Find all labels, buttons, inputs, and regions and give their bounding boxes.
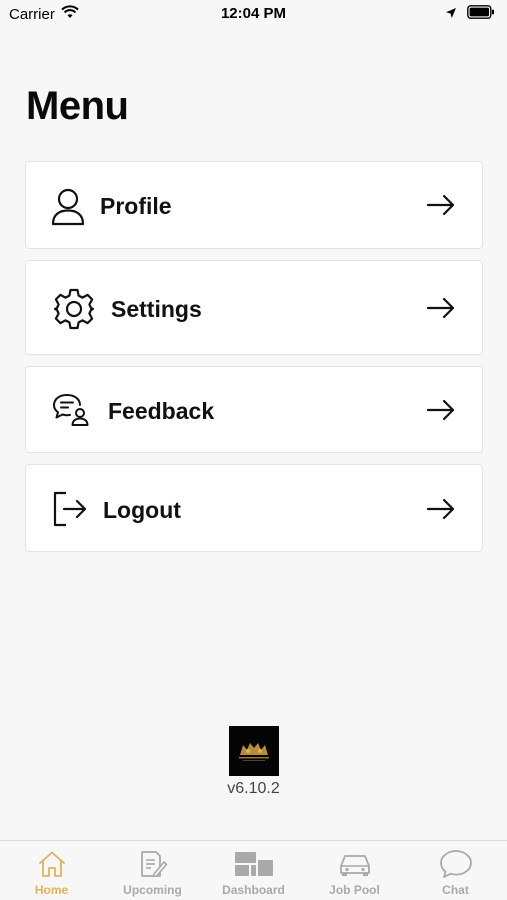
menu-item-label: Profile: [100, 193, 172, 219]
clock: 12:04 PM: [220, 5, 287, 22]
tab-label: Home: [34, 883, 69, 897]
gear-icon: [52, 287, 96, 331]
tab-label: Upcoming: [123, 883, 182, 897]
tab-label: Chat: [442, 883, 469, 897]
arrow-right-icon: [426, 194, 456, 216]
menu-item-label: Settings: [111, 296, 202, 322]
document-edit-icon: [138, 848, 168, 880]
tab-job-pool[interactable]: Job Pool: [304, 841, 405, 900]
location-arrow-icon: [445, 6, 457, 23]
menu-item-settings[interactable]: Settings: [25, 260, 483, 355]
menu-item-logout[interactable]: Logout: [25, 464, 483, 552]
battery-icon: [467, 5, 495, 23]
page-title: Menu: [26, 84, 129, 128]
tab-dashboard[interactable]: Dashboard: [203, 841, 304, 900]
arrow-right-icon: [426, 399, 456, 421]
home-icon: [37, 848, 67, 880]
arrow-right-icon: [426, 297, 456, 319]
app-version: v6.10.2: [227, 780, 280, 797]
status-bar: Carrier 12:04 PM: [0, 0, 507, 30]
tab-bar: Home Upcoming Dashboard Job Pool Chat: [0, 840, 507, 900]
menu-item-label: Logout: [103, 497, 181, 523]
menu-item-profile[interactable]: Profile: [25, 161, 483, 249]
status-right: [445, 5, 495, 23]
menu-item-feedback[interactable]: Feedback: [25, 366, 483, 453]
tab-label: Job Pool: [329, 883, 380, 897]
app-logo: [229, 726, 279, 776]
menu-item-label: Feedback: [108, 398, 215, 424]
person-icon: [51, 188, 85, 226]
tab-upcoming[interactable]: Upcoming: [102, 841, 203, 900]
chat-bubble-icon: [439, 848, 473, 880]
tab-label: Dashboard: [222, 883, 285, 897]
feedback-chat-icon: [52, 393, 90, 427]
arrow-right-icon: [426, 498, 456, 520]
car-icon: [337, 848, 373, 880]
dashboard-grid-icon: [234, 848, 274, 880]
tab-home[interactable]: Home: [1, 841, 102, 900]
logout-icon: [52, 491, 88, 527]
tab-chat[interactable]: Chat: [405, 841, 506, 900]
